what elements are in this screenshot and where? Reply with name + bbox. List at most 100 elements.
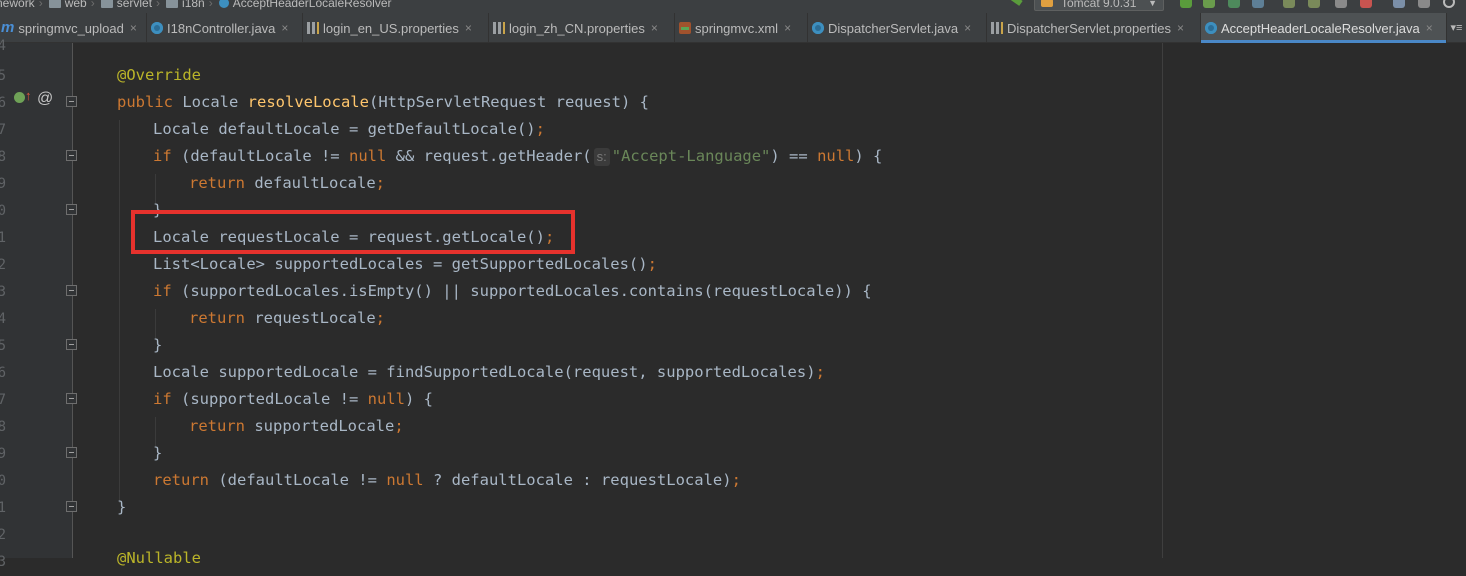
- fold-collapse-icon[interactable]: [66, 501, 77, 512]
- debug-icon[interactable]: [1203, 0, 1215, 8]
- fold-collapse-icon[interactable]: [66, 150, 77, 161]
- class-icon: [812, 22, 824, 34]
- layout-icon[interactable]: [1418, 0, 1430, 8]
- close-icon[interactable]: ×: [465, 21, 472, 35]
- editor-gutter: 4 5 6 7 8 9 0 1 2 3 4 5 6 7 8 9 0 1 2 3: [0, 38, 73, 570]
- line-number: 6: [0, 95, 6, 111]
- tab-list-menu-icon[interactable]: ▾≡: [1447, 13, 1466, 43]
- tab-label: springmvc.xml: [695, 20, 779, 36]
- line-number: 1: [0, 500, 6, 516]
- run-configuration-label: Tomcat 9.0.31: [1061, 0, 1137, 10]
- line-number: 4: [0, 311, 6, 327]
- breadcrumb-separator-icon: ›: [208, 0, 213, 10]
- code-line: return requestLocale;: [189, 305, 385, 332]
- fold-collapse-icon[interactable]: [66, 447, 77, 458]
- project-structure-icon[interactable]: [1393, 0, 1405, 8]
- overrides-method-icon[interactable]: [14, 92, 25, 103]
- semicolon: ;: [535, 120, 545, 138]
- line-number: 4: [0, 38, 6, 54]
- code-text: (supportedLocale !=: [171, 390, 368, 408]
- code-text: Locale supportedLocale = findSupportedLo…: [153, 363, 816, 381]
- line-number: 3: [0, 284, 6, 300]
- line-number: 5: [0, 338, 6, 354]
- code-line: if (defaultLocale != null && request.get…: [153, 143, 882, 170]
- attach-icon[interactable]: [1335, 0, 1347, 8]
- keyword: if: [153, 282, 172, 300]
- breadcrumb-item-i18n[interactable]: i18n ›: [164, 0, 217, 10]
- code-line: return defaultLocale;: [189, 170, 385, 197]
- tab-label: login_en_US.properties: [323, 20, 459, 36]
- code-line: return (defaultLocale != null ? defaultL…: [153, 467, 741, 494]
- rerun-icon[interactable]: [1308, 0, 1320, 8]
- close-icon[interactable]: ×: [130, 21, 137, 35]
- folder-icon: [48, 0, 61, 8]
- tab-springmvc-upload[interactable]: m springmvc_upload ×: [0, 13, 147, 43]
- search-icon[interactable]: [1443, 0, 1455, 8]
- code-line: Locale supportedLocale = findSupportedLo…: [153, 359, 825, 386]
- line-number: 1: [0, 230, 6, 246]
- breadcrumb-label: AcceptHeaderLocaleResolver: [232, 0, 392, 10]
- fold-collapse-icon[interactable]: [66, 96, 77, 107]
- tab-login-en-us[interactable]: login_en_US.properties ×: [303, 13, 489, 43]
- close-icon[interactable]: ×: [1426, 21, 1433, 35]
- tab-acceptheaderlocaleresolver[interactable]: AcceptHeaderLocaleResolver.java ×: [1201, 13, 1447, 43]
- folder-icon: [166, 0, 179, 8]
- keyword: return: [189, 309, 245, 327]
- close-icon[interactable]: ×: [784, 21, 791, 35]
- tab-springmvc-xml[interactable]: springmvc.xml ×: [675, 13, 808, 43]
- line-number: 9: [0, 446, 6, 462]
- semicolon: ;: [815, 363, 825, 381]
- semicolon: ;: [731, 471, 741, 489]
- breadcrumb-item-servlet[interactable]: servlet ›: [99, 0, 164, 10]
- line-number: 7: [0, 122, 6, 138]
- breadcrumb-item-framework[interactable]: nework›: [0, 0, 47, 10]
- fold-collapse-icon[interactable]: [66, 339, 77, 350]
- close-icon[interactable]: ×: [651, 21, 658, 35]
- breadcrumb: nework› web› servlet› i18n› AcceptHeader…: [0, 0, 392, 10]
- breadcrumb-label: web: [64, 0, 87, 10]
- fold-collapse-icon[interactable]: [66, 393, 77, 404]
- keyword: null: [817, 147, 855, 165]
- semicolon: ;: [375, 174, 385, 192]
- keyword: if: [153, 147, 172, 165]
- coverage-icon[interactable]: [1228, 0, 1240, 8]
- line-number: 6: [0, 365, 6, 381]
- fold-collapse-icon[interactable]: [66, 285, 77, 296]
- go-to-super-arrow-icon[interactable]: ↑: [25, 88, 32, 103]
- stop-icon[interactable]: [1360, 0, 1372, 8]
- tab-login-zh-cn[interactable]: login_zh_CN.properties ×: [489, 13, 675, 43]
- breadcrumb-item-class[interactable]: AcceptHeaderLocaleResolver: [217, 0, 392, 10]
- code-line: }: [153, 440, 162, 467]
- breadcrumb-item-web[interactable]: web ›: [47, 0, 99, 10]
- close-icon[interactable]: ×: [281, 21, 288, 35]
- code-line: List<Locale> supportedLocales = getSuppo…: [153, 251, 657, 278]
- parameter-hint: s:: [593, 148, 610, 166]
- close-icon[interactable]: ×: [964, 21, 971, 35]
- fold-collapse-icon[interactable]: [66, 204, 77, 215]
- indent-guide: [119, 120, 120, 503]
- properties-icon: [493, 22, 505, 34]
- annotation-at-icon[interactable]: @: [37, 90, 53, 108]
- annotation: @Override: [117, 66, 201, 84]
- method-name: resolveLocale: [247, 93, 369, 111]
- highlight-box: [131, 210, 575, 254]
- code-text: requestLocale: [245, 309, 376, 327]
- run-icon[interactable]: [1180, 0, 1192, 8]
- run-configuration-select[interactable]: Tomcat 9.0.31 ▼: [1034, 0, 1164, 11]
- build-hammer-icon[interactable]: [1009, 0, 1023, 6]
- update-app-icon[interactable]: [1283, 0, 1295, 8]
- profile-icon[interactable]: [1252, 0, 1264, 8]
- code-text: Locale defaultLocale = getDefaultLocale(…: [153, 120, 536, 138]
- breadcrumb-label: servlet: [116, 0, 153, 10]
- line-number: 8: [0, 419, 6, 435]
- tab-dispatcherservlet-java[interactable]: DispatcherServlet.java ×: [808, 13, 987, 43]
- semicolon: ;: [647, 255, 657, 273]
- close-icon[interactable]: ×: [1177, 21, 1184, 35]
- code-text: && request.getHeader(: [386, 147, 592, 165]
- semicolon: ;: [394, 417, 404, 435]
- properties-icon: [991, 22, 1003, 34]
- tab-dispatcherservlet-properties[interactable]: DispatcherServlet.properties ×: [987, 13, 1201, 43]
- tab-i18ncontroller[interactable]: I18nController.java ×: [147, 13, 303, 43]
- keyword: null: [367, 390, 405, 408]
- class-icon: [1205, 22, 1217, 34]
